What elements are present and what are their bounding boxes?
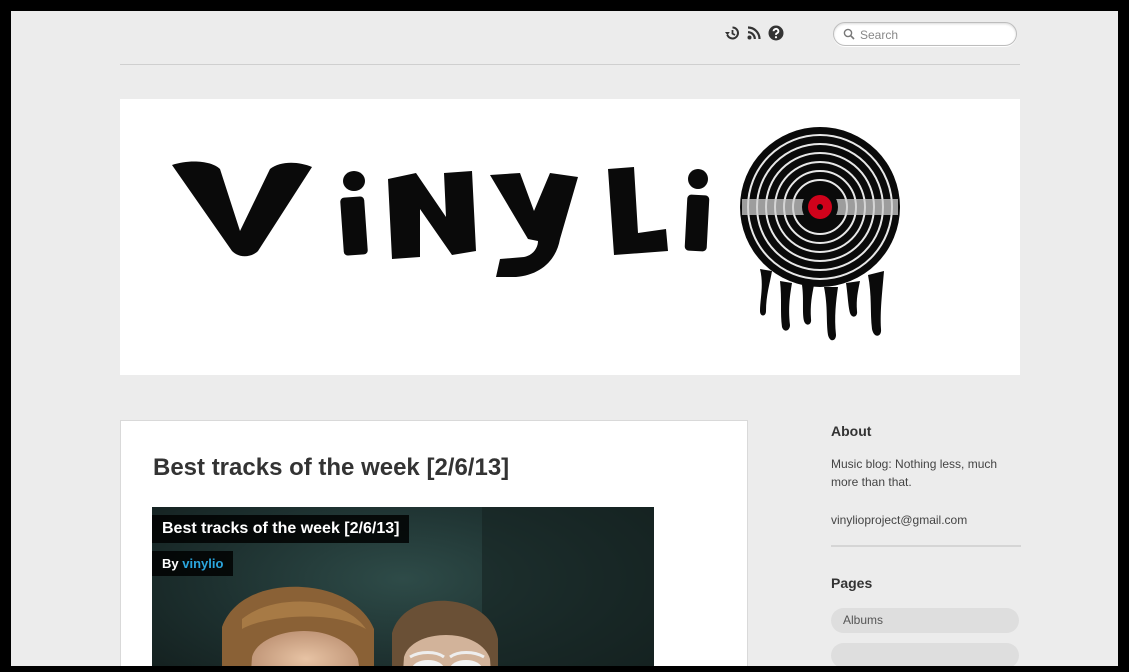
post-featured-image[interactable]: Best tracks of the week [2/6/13] By viny… (152, 507, 654, 666)
author-link[interactable]: vinylio (182, 556, 223, 571)
top-icons (724, 25, 784, 41)
search-input[interactable] (858, 25, 1012, 45)
record-icon (740, 127, 900, 341)
top-divider (120, 64, 1020, 65)
sidebar: About Music blog: Nothing less, much mor… (831, 420, 1021, 666)
vinylio-logo (172, 127, 900, 341)
image-caption-title[interactable]: Best tracks of the week [2/6/13] (152, 515, 410, 543)
search-box (833, 22, 1017, 46)
about-widget-title: About (831, 423, 872, 439)
header-banner[interactable] (120, 99, 1020, 375)
history-icon[interactable] (724, 25, 740, 41)
about-email: vinylioproject@gmail.com (831, 513, 968, 527)
help-icon[interactable] (768, 25, 784, 41)
image-byline: By vinylio (152, 551, 234, 576)
about-text: Music blog: Nothing less, much more than… (831, 457, 998, 489)
top-bar (11, 11, 1118, 66)
rss-icon[interactable] (746, 25, 762, 41)
byline-label: By (162, 556, 179, 571)
post-card: Best tracks of the week [2/6/13] Best tr… (120, 420, 748, 666)
search-icon (843, 28, 855, 40)
pages-widget-title: Pages (831, 575, 873, 591)
sidebar-divider (831, 545, 1021, 547)
page-item-albums[interactable]: Albums (831, 608, 1019, 633)
page-frame: Best tracks of the week [2/6/13] (11, 11, 1118, 666)
post-title[interactable]: Best tracks of the week [2/6/13] (153, 454, 509, 482)
page-item-next[interactable] (831, 643, 1019, 666)
